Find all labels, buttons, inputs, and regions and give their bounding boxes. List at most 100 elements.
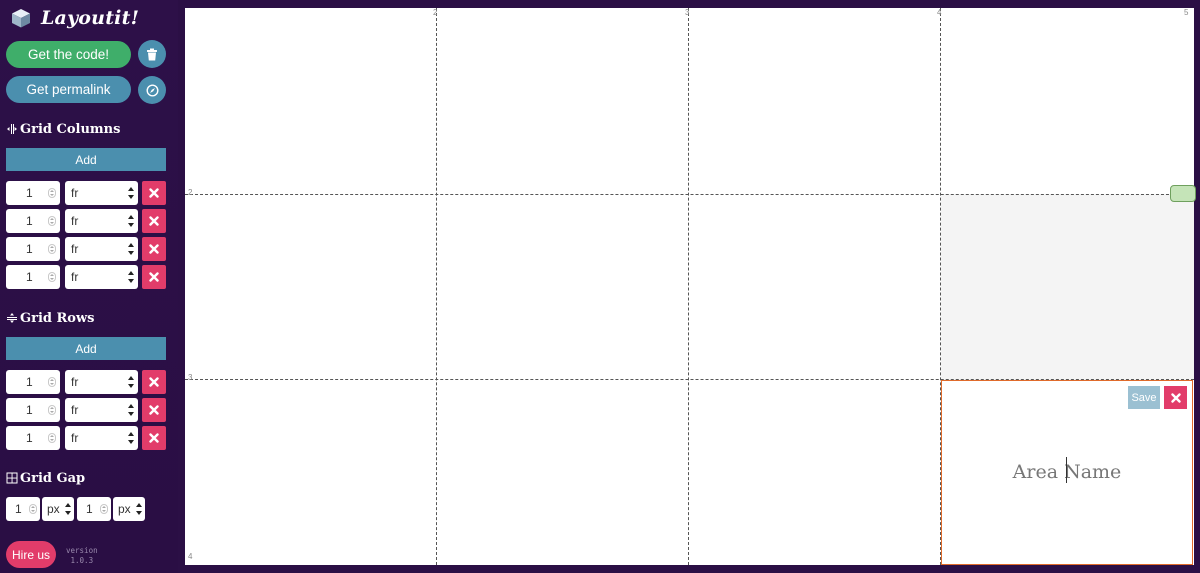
column-unit-select[interactable]: fr: [65, 265, 138, 289]
stepper-icon[interactable]: [48, 188, 56, 198]
delete-row-button[interactable]: [142, 426, 166, 450]
cube-icon: [12, 9, 30, 28]
delete-column-button[interactable]: [142, 209, 166, 233]
column-control: 1 fr: [6, 181, 168, 205]
grid-icon: [6, 472, 18, 484]
version-info: version 1.0.3: [66, 546, 98, 566]
columns-icon: [7, 124, 17, 134]
sidebar: Layoutit! Get the code! Get permalink Gr…: [0, 0, 178, 573]
column-unit-select[interactable]: fr: [65, 237, 138, 261]
grid-canvas[interactable]: 2 3 4 5 2 3 4 Save Area Name: [185, 8, 1194, 565]
get-code-button[interactable]: Get the code!: [6, 41, 131, 68]
select-arrows-icon: [128, 243, 134, 255]
select-arrows-icon: [128, 376, 134, 388]
column-line[interactable]: [436, 8, 437, 565]
app-title: Layoutit!: [41, 7, 140, 29]
column-control: 1 fr: [6, 209, 168, 233]
delete-column-button[interactable]: [142, 265, 166, 289]
column-size-input[interactable]: 1: [6, 181, 60, 205]
row-unit-select[interactable]: fr: [65, 398, 138, 422]
grid-columns-heading: Grid Columns: [6, 120, 120, 138]
column-gap-unit-select[interactable]: px: [42, 497, 74, 521]
delete-column-button[interactable]: [142, 237, 166, 261]
area-editor: Save Area Name: [941, 380, 1193, 565]
row-unit-select[interactable]: fr: [65, 370, 138, 394]
stepper-icon[interactable]: [48, 216, 56, 226]
row-control: 1 fr: [6, 370, 168, 394]
close-icon: [149, 405, 159, 415]
get-permalink-button[interactable]: Get permalink: [6, 76, 131, 103]
select-arrows-icon: [128, 215, 134, 227]
close-icon: [149, 216, 159, 226]
hire-us-button[interactable]: Hire us: [6, 541, 56, 568]
select-arrows-icon: [128, 404, 134, 416]
column-size-input[interactable]: 1: [6, 265, 60, 289]
stepper-icon[interactable]: [48, 433, 56, 443]
stepper-icon[interactable]: [48, 272, 56, 282]
row-gap-input[interactable]: 1: [77, 497, 111, 521]
stepper-icon[interactable]: [48, 244, 56, 254]
column-control: 1 fr: [6, 265, 168, 289]
version-number: 1.0.3: [70, 556, 94, 565]
row-line-number: 3: [188, 373, 193, 382]
close-icon: [149, 188, 159, 198]
row-control: 1 fr: [6, 398, 168, 422]
delete-row-button[interactable]: [142, 370, 166, 394]
grid-gap-title: Grid Gap: [20, 470, 86, 486]
row-gap-unit-select[interactable]: px: [113, 497, 145, 521]
column-line-number: 5: [1184, 8, 1189, 17]
grid-rows-heading: Grid Rows: [6, 309, 95, 327]
column-line[interactable]: [688, 8, 689, 565]
selected-cell-highlight: [941, 194, 1194, 380]
close-icon: [149, 272, 159, 282]
close-icon: [149, 433, 159, 443]
delete-area-button[interactable]: [1164, 386, 1187, 409]
column-line-number: 4: [937, 8, 942, 17]
row-line-number: 2: [188, 188, 193, 197]
row-line[interactable]: [185, 194, 1194, 195]
resize-handle[interactable]: [1170, 185, 1196, 202]
row-control: 1 fr: [6, 426, 168, 450]
compass-icon: [145, 83, 159, 97]
row-size-input[interactable]: 1: [6, 398, 60, 422]
column-gap-input[interactable]: 1: [6, 497, 40, 521]
row-size-input[interactable]: 1: [6, 370, 60, 394]
select-arrows-icon: [128, 432, 134, 444]
column-control: 1 fr: [6, 237, 168, 261]
area-name-input[interactable]: Area Name: [942, 461, 1192, 483]
row-size-input[interactable]: 1: [6, 426, 60, 450]
stepper-icon[interactable]: [29, 504, 37, 514]
stepper-icon[interactable]: [100, 504, 108, 514]
stepper-icon[interactable]: [48, 377, 56, 387]
column-unit-select[interactable]: fr: [65, 209, 138, 233]
version-label: version: [66, 546, 98, 555]
select-arrows-icon: [128, 187, 134, 199]
select-arrows-icon: [128, 271, 134, 283]
text-caret: [1066, 457, 1067, 483]
column-size-input[interactable]: 1: [6, 209, 60, 233]
logo: Layoutit!: [10, 6, 139, 30]
column-unit-select[interactable]: fr: [65, 181, 138, 205]
add-row-button[interactable]: Add: [6, 337, 166, 360]
add-column-button[interactable]: Add: [6, 148, 166, 171]
row-line-number: 4: [188, 552, 193, 561]
save-area-button[interactable]: Save: [1128, 386, 1160, 409]
row-unit-select[interactable]: fr: [65, 426, 138, 450]
select-arrows-icon: [136, 503, 142, 515]
grid-gap-heading: Grid Gap: [6, 469, 85, 487]
delete-row-button[interactable]: [142, 398, 166, 422]
select-arrows-icon: [65, 503, 71, 515]
rows-icon: [7, 313, 17, 323]
column-line-number: 3: [685, 8, 690, 17]
delete-column-button[interactable]: [142, 181, 166, 205]
close-icon: [149, 244, 159, 254]
column-line-number: 2: [433, 8, 438, 17]
grid-rows-title: Grid Rows: [20, 310, 95, 326]
stepper-icon[interactable]: [48, 405, 56, 415]
close-icon: [1170, 392, 1181, 403]
clear-button[interactable]: [138, 40, 166, 68]
column-size-input[interactable]: 1: [6, 237, 60, 261]
grid-columns-title: Grid Columns: [20, 121, 121, 137]
trash-icon: [147, 48, 157, 60]
permalink-button[interactable]: [138, 76, 166, 104]
